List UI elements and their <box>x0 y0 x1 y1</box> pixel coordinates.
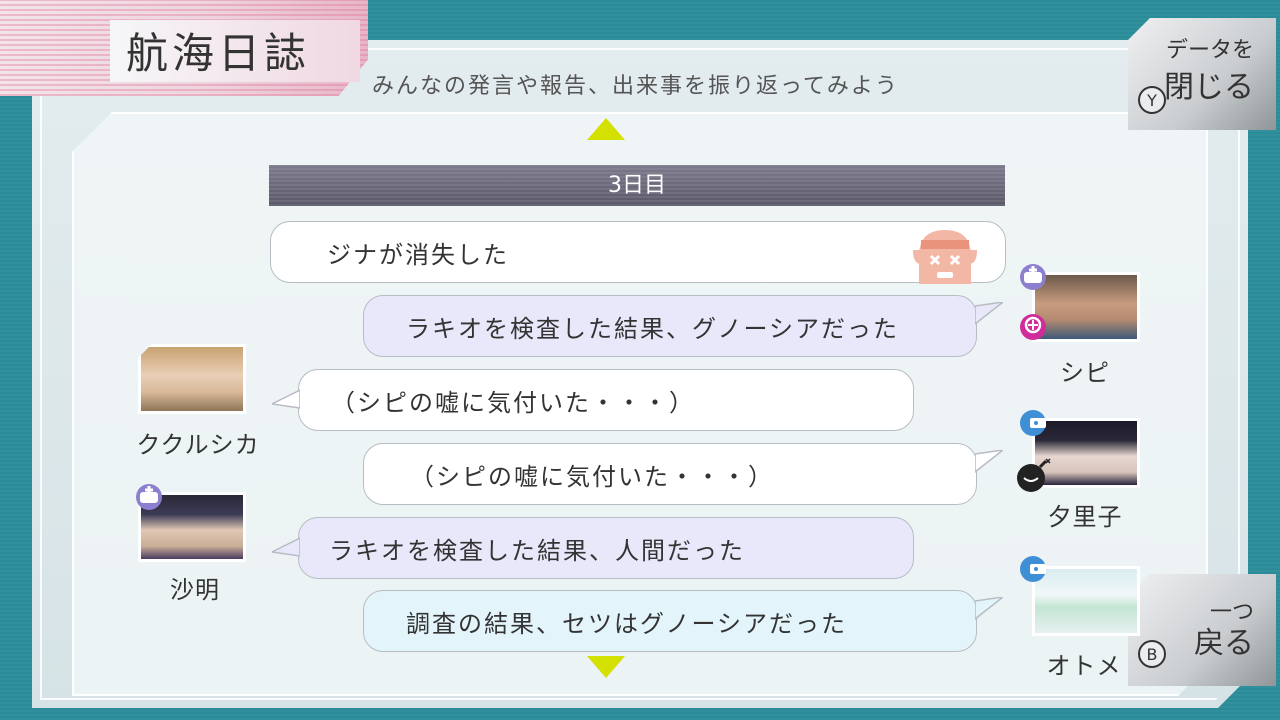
log-entry-text: 調査の結果、セツはグノーシアだった <box>406 609 848 638</box>
avatar-shipi[interactable] <box>1032 272 1140 342</box>
speaker-name: シピ <box>1060 359 1110 387</box>
vanished-face-icon <box>913 230 977 284</box>
log-entry-2: ラキオを検査した結果、グノーシアだった <box>363 295 977 357</box>
log-entry-5: ラキオを検査した結果、人間だった <box>298 517 914 579</box>
bubble-tail <box>272 389 300 409</box>
bubble-tail <box>975 450 1003 473</box>
back-button[interactable]: 一つ 戻る B <box>1128 574 1276 686</box>
day-header: 3日目 <box>269 165 1005 206</box>
engineer-role-icon <box>1020 556 1046 582</box>
speaker-name: ククルシカ <box>136 431 260 459</box>
bubble-tail <box>272 537 300 557</box>
avatar-otome[interactable] <box>1032 566 1140 636</box>
page-title: 航海日誌 <box>126 29 311 78</box>
log-entry-3: （シピの嘘に気付いた・・・） <box>298 369 914 431</box>
log-entry-6: 調査の結果、セツはグノーシアだった <box>363 590 977 652</box>
scroll-down-arrow-icon[interactable] <box>587 656 625 678</box>
close-data-button[interactable]: データを 閉じる Y <box>1128 18 1276 130</box>
doctor-role-icon <box>136 484 162 510</box>
close-button-line1: データを <box>1165 38 1254 63</box>
log-entry-text: ジナが消失した <box>327 240 509 269</box>
avatar-kukrushka[interactable] <box>138 344 246 414</box>
engineer-role-icon <box>1020 410 1046 436</box>
log-entry-4: （シピの嘘に気付いた・・・） <box>363 443 977 505</box>
log-entry-text: （シピの嘘に気付いた・・・） <box>410 462 774 491</box>
log-entry-text: ラキオを検査した結果、グノーシアだった <box>406 314 900 343</box>
bubble-tail <box>975 597 1003 620</box>
speaker-name: 夕里子 <box>1047 503 1123 531</box>
speaker-name: 沙明 <box>170 576 220 604</box>
close-button-line2: 閉じる <box>1164 70 1254 105</box>
back-button-line2: 戻る <box>1194 626 1254 661</box>
log-entry-text: ラキオを検査した結果、人間だった <box>329 536 745 565</box>
doctor-role-icon <box>1020 264 1046 290</box>
day-label: 3日目 <box>608 173 666 198</box>
speaker-name: オトメ <box>1046 652 1122 680</box>
bubble-tail <box>975 302 1003 325</box>
page-subtitle: みんなの発言や報告、出来事を振り返ってみよう <box>372 74 899 99</box>
log-entry-text: （シピの嘘に気付いた・・・） <box>331 388 695 417</box>
scroll-up-arrow-icon[interactable] <box>587 118 625 140</box>
guardian-role-icon <box>1020 314 1046 340</box>
bomb-icon <box>1017 458 1051 492</box>
log-entry-1: ジナが消失した <box>270 221 1006 284</box>
b-key-icon: B <box>1138 640 1166 668</box>
y-key-icon: Y <box>1138 86 1166 114</box>
